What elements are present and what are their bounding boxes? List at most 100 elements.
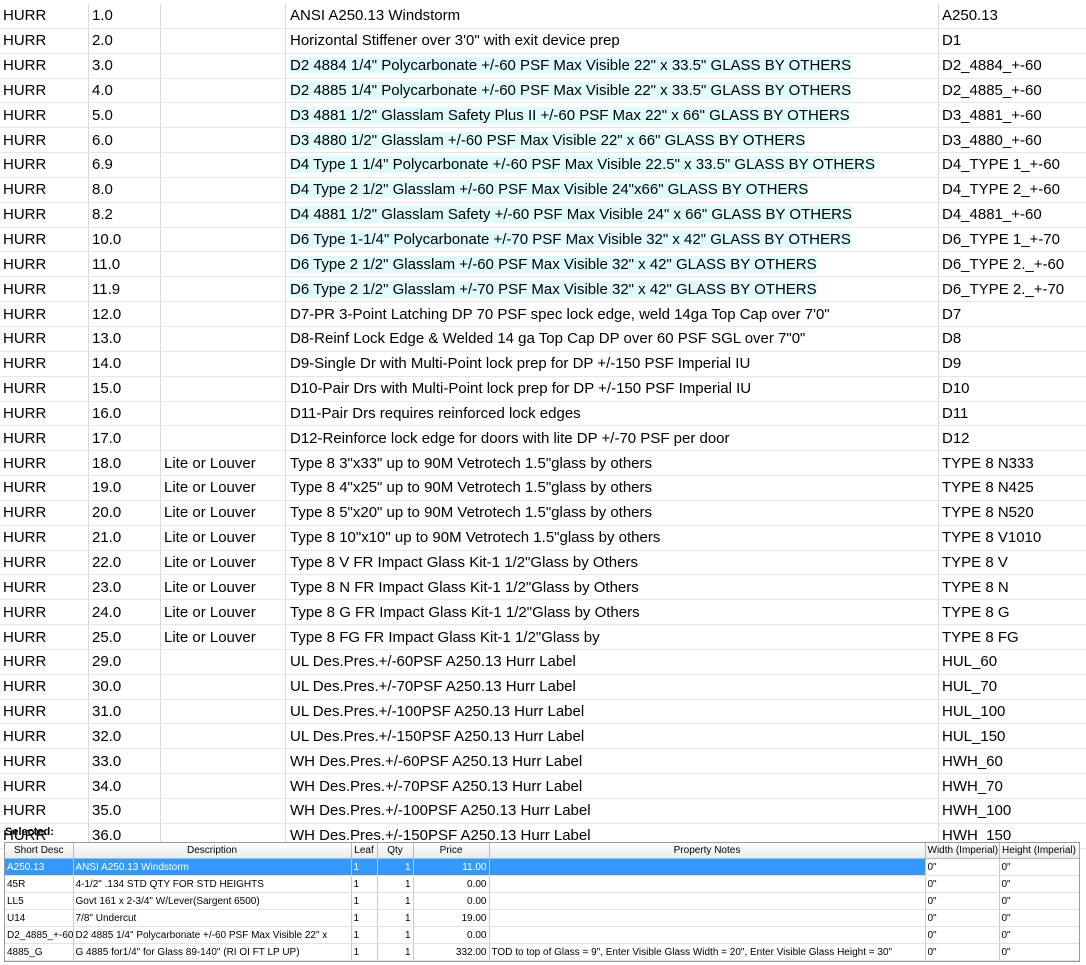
option-part-cell[interactable]: HWH_70 xyxy=(938,773,1086,799)
option-row[interactable]: HURR 19.0 Lite or Louver Type 8 4"x25" up t… xyxy=(0,475,1086,501)
qty-cell[interactable]: 1 xyxy=(377,892,414,910)
option-part-cell[interactable]: D3_4881_+-60 xyxy=(938,102,1086,129)
height-cell[interactable]: 0" xyxy=(999,875,1079,893)
option-description-cell[interactable]: ANSI A250.13 Windstorm xyxy=(285,4,939,29)
option-description-cell[interactable]: D2 4884 1/4" Polycarbonate +/-60 PSF Max… xyxy=(285,53,939,79)
option-seq-cell[interactable]: 30.0 xyxy=(88,674,161,700)
width-cell[interactable]: 0" xyxy=(925,926,1000,944)
option-row[interactable]: HURR 6.0 D3 4880 1/2" Glasslam +/-60 PSF M… xyxy=(0,127,1086,154)
option-category-cell[interactable] xyxy=(160,773,286,799)
option-part-cell[interactable]: D7 xyxy=(938,301,1086,327)
option-category-cell[interactable] xyxy=(160,301,286,327)
option-code-cell[interactable]: HURR xyxy=(0,699,89,725)
option-description-cell[interactable]: Type 8 3"x33" up to 90M Vetrotech 1.5"gl… xyxy=(285,450,939,477)
option-description-cell[interactable]: Type 8 V FR Impact Glass Kit-1 1/2"Glass… xyxy=(285,550,939,576)
option-part-cell[interactable]: TYPE 8 FG xyxy=(938,624,1086,650)
option-part-cell[interactable]: TYPE 8 V xyxy=(938,550,1086,576)
option-part-cell[interactable]: D2_4885_+-60 xyxy=(938,78,1086,104)
option-seq-cell[interactable]: 18.0 xyxy=(88,450,161,477)
option-part-cell[interactable]: HUL_150 xyxy=(938,723,1086,750)
column-header[interactable]: Price xyxy=(413,843,490,859)
option-seq-cell[interactable]: 6.9 xyxy=(88,152,161,178)
option-category-cell[interactable] xyxy=(160,699,286,725)
option-part-cell[interactable]: D10 xyxy=(938,376,1086,402)
option-seq-cell[interactable]: 12.0 xyxy=(88,301,161,327)
option-category-cell[interactable] xyxy=(160,4,286,29)
option-description-cell[interactable]: WH Des.Pres.+/-60PSF A250.13 Hurr Label xyxy=(285,748,939,775)
selected-row[interactable]: LL5 Govt 161 x 2-3/4" W/Lever(Sargent 650… xyxy=(5,892,1079,910)
option-category-cell[interactable] xyxy=(160,78,286,104)
leaf-cell[interactable]: 1 xyxy=(351,909,378,927)
option-seq-cell[interactable]: 6.0 xyxy=(88,127,161,154)
option-part-cell[interactable]: TYPE 8 N xyxy=(938,574,1086,601)
qty-cell[interactable]: 1 xyxy=(377,858,414,876)
option-seq-cell[interactable]: 35.0 xyxy=(88,798,161,824)
option-row[interactable]: HURR 11.9 D6 Type 2 1/2" Glasslam +/-70 PS… xyxy=(0,276,1086,303)
option-category-cell[interactable]: Lite or Louver xyxy=(160,624,286,650)
short-desc-cell[interactable]: 45R xyxy=(5,875,74,893)
option-part-cell[interactable]: TYPE 8 N425 xyxy=(938,475,1086,501)
option-part-cell[interactable]: HWH_100 xyxy=(938,798,1086,824)
option-part-cell[interactable]: TYPE 8 G xyxy=(938,599,1086,626)
option-code-cell[interactable]: HURR xyxy=(0,748,89,775)
option-description-cell[interactable]: Type 8 10"x10" up to 90M Vetrotech 1.5"g… xyxy=(285,525,939,551)
property-notes-cell[interactable] xyxy=(489,909,926,927)
option-code-cell[interactable]: HURR xyxy=(0,177,89,203)
option-category-cell[interactable] xyxy=(160,152,286,178)
option-seq-cell[interactable]: 16.0 xyxy=(88,401,161,427)
option-part-cell[interactable]: D6_TYPE 2._+-60 xyxy=(938,251,1086,278)
price-cell[interactable]: 11.00 xyxy=(413,858,490,876)
column-header[interactable]: Property Notes xyxy=(489,843,926,859)
option-category-cell[interactable] xyxy=(160,127,286,154)
option-category-cell[interactable] xyxy=(160,649,286,675)
option-category-cell[interactable] xyxy=(160,798,286,824)
option-code-cell[interactable]: HURR xyxy=(0,475,89,501)
option-part-cell[interactable]: D2_4884_+-60 xyxy=(938,53,1086,79)
option-code-cell[interactable]: HURR xyxy=(0,276,89,303)
option-part-cell[interactable]: D6_TYPE 1_+-70 xyxy=(938,227,1086,253)
qty-cell[interactable]: 1 xyxy=(377,875,414,893)
option-category-cell[interactable] xyxy=(160,102,286,129)
property-notes-cell[interactable] xyxy=(489,892,926,910)
option-part-cell[interactable]: D1 xyxy=(938,28,1086,54)
option-part-cell[interactable]: HWH_60 xyxy=(938,748,1086,775)
option-category-cell[interactable] xyxy=(160,53,286,79)
option-seq-cell[interactable]: 2.0 xyxy=(88,28,161,54)
option-description-cell[interactable]: D8-Reinf Lock Edge & Welded 14 ga Top Ca… xyxy=(285,326,939,352)
option-row[interactable]: HURR 4.0 D2 4885 1/4" Polycarbonate +/-60 … xyxy=(0,78,1086,104)
option-code-cell[interactable]: HURR xyxy=(0,773,89,799)
option-row[interactable]: HURR 6.9 D4 Type 1 1/4" Polycarbonate +/-6… xyxy=(0,152,1086,178)
option-row[interactable]: HURR 23.0 Lite or Louver Type 8 N FR Impact… xyxy=(0,574,1086,601)
option-seq-cell[interactable]: 34.0 xyxy=(88,773,161,799)
option-category-cell[interactable] xyxy=(160,723,286,750)
option-code-cell[interactable]: HURR xyxy=(0,351,89,377)
option-part-cell[interactable]: TYPE 8 N520 xyxy=(938,500,1086,526)
option-seq-cell[interactable]: 3.0 xyxy=(88,53,161,79)
option-code-cell[interactable]: HURR xyxy=(0,53,89,79)
option-category-cell[interactable] xyxy=(160,227,286,253)
option-description-cell[interactable]: D12-Reinforce lock edge for doors with l… xyxy=(285,425,939,452)
option-seq-cell[interactable]: 8.0 xyxy=(88,177,161,203)
selected-row[interactable]: U14 7/8" Undercut 1 1 19.00 0" 0" xyxy=(5,909,1079,927)
option-seq-cell[interactable]: 1.0 xyxy=(88,4,161,29)
option-code-cell[interactable]: HURR xyxy=(0,401,89,427)
option-row[interactable]: HURR 24.0 Lite or Louver Type 8 G FR Impact… xyxy=(0,599,1086,626)
option-seq-cell[interactable]: 24.0 xyxy=(88,599,161,626)
option-code-cell[interactable]: HURR xyxy=(0,28,89,54)
option-row[interactable]: HURR 2.0 Horizontal Stiffener over 3'0" wi… xyxy=(0,28,1086,54)
column-header[interactable]: Height (Imperial) xyxy=(999,843,1079,859)
short-desc-cell[interactable]: LL5 xyxy=(5,892,74,910)
option-row[interactable]: HURR 34.0 WH Des.Pres.+/-70PSF A250.13 Hur… xyxy=(0,773,1086,799)
short-desc-cell[interactable]: 4885_G xyxy=(5,943,74,961)
selected-row[interactable]: 45R 4-1/2" .134 STD QTY FOR STD HEIGHTS 1 1… xyxy=(5,875,1079,893)
option-part-cell[interactable]: D3_4880_+-60 xyxy=(938,127,1086,154)
option-code-cell[interactable]: HURR xyxy=(0,574,89,601)
option-seq-cell[interactable]: 21.0 xyxy=(88,525,161,551)
option-code-cell[interactable]: HURR xyxy=(0,723,89,750)
option-row[interactable]: HURR 1.0 ANSI A250.13 Windstorm A250.13 xyxy=(0,4,1086,29)
option-row[interactable]: HURR 12.0 D7-PR 3-Point Latching DP 70 PSF… xyxy=(0,301,1086,327)
option-code-cell[interactable]: HURR xyxy=(0,649,89,675)
width-cell[interactable]: 0" xyxy=(925,943,1000,961)
option-seq-cell[interactable]: 17.0 xyxy=(88,425,161,452)
option-part-cell[interactable]: D6_TYPE 2._+-70 xyxy=(938,276,1086,303)
